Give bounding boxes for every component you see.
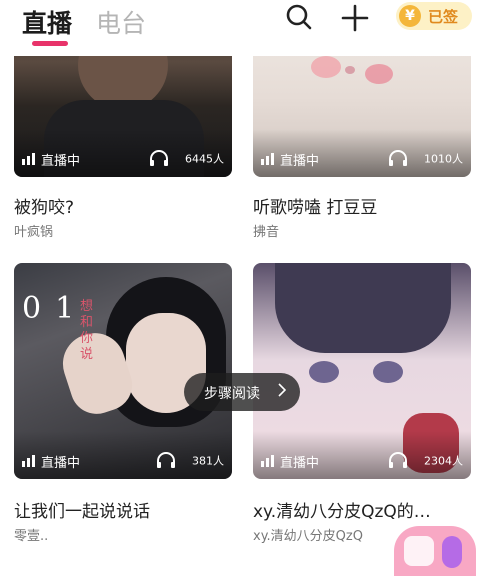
thumbnail-vertical-text: 想和你说 — [80, 299, 94, 362]
card-host: 零壹.. — [14, 529, 49, 544]
signin-button[interactable]: ¥ 已签 — [396, 2, 472, 30]
card-title: 听歌唠嗑 打豆豆 — [253, 198, 378, 218]
headphones-icon — [388, 150, 408, 169]
coin-icon: ¥ — [399, 5, 421, 27]
live-thumbnail: 01 想和你说 直播中 381人 — [14, 263, 232, 479]
listener-count-label: 2304人 — [424, 454, 463, 468]
live-status: 直播中 — [22, 150, 80, 170]
card-host: 拂音 — [253, 225, 280, 240]
live-status-label: 直播中 — [41, 153, 81, 169]
signal-bars-icon — [261, 153, 275, 169]
listener-count: 381人 — [156, 452, 224, 471]
card-host: xy.清幼八分皮QzQ — [253, 529, 363, 544]
listener-count: 2304人 — [388, 452, 463, 471]
step-reading-button[interactable]: 步骤阅读 — [184, 373, 300, 411]
live-thumbnail: 直播中 2304人 — [253, 263, 471, 479]
badge-glyph-icon — [404, 536, 434, 566]
headphones-icon — [388, 452, 408, 471]
card-host: 叶疯锅 — [14, 225, 54, 240]
card-title: 被狗咬? — [14, 198, 75, 218]
card-title: 让我们一起说说话 — [14, 502, 150, 522]
signal-bars-icon — [261, 455, 275, 471]
headphones-icon — [149, 150, 169, 169]
live-status: 直播中 — [22, 452, 80, 472]
live-status: 直播中 — [261, 452, 319, 472]
listener-count: 1010人 — [388, 150, 463, 169]
tab-live[interactable]: 直播 — [22, 4, 72, 40]
anime-photo — [275, 263, 451, 353]
microphone-icon — [442, 536, 462, 568]
card-title: xy.清幼八分皮QzQ的… — [253, 502, 431, 522]
cat-photo — [311, 56, 341, 78]
add-icon[interactable] — [340, 3, 370, 33]
top-bar: 直播 电台 ¥ 已签 — [0, 0, 486, 56]
chevron-right-icon — [278, 383, 287, 401]
signin-label: 已签 — [428, 8, 459, 26]
tab-radio[interactable]: 电台 — [96, 4, 146, 40]
thumbnail-digits: 01 — [22, 291, 89, 326]
listener-count-label: 6445人 — [185, 152, 224, 166]
active-tab-indicator — [32, 41, 68, 46]
live-status-label: 直播中 — [280, 153, 320, 169]
listener-count-label: 1010人 — [424, 152, 463, 166]
step-reading-label: 步骤阅读 — [204, 386, 260, 402]
search-icon[interactable] — [284, 3, 314, 33]
live-status-label: 直播中 — [41, 455, 81, 471]
signal-bars-icon — [22, 153, 36, 169]
live-status-label: 直播中 — [280, 455, 320, 471]
listener-count-label: 381人 — [192, 454, 224, 468]
headphones-icon — [156, 452, 176, 471]
live-status: 直播中 — [261, 150, 319, 170]
signal-bars-icon — [22, 455, 36, 471]
listener-count: 6445人 — [149, 150, 224, 169]
